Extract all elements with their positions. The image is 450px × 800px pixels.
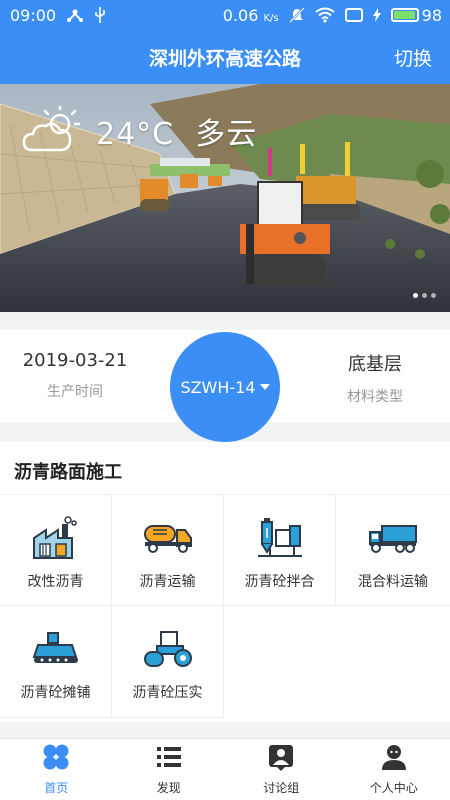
page-title: 深圳外环高速公路 [148, 48, 301, 70]
section-title: 沥青路面施工 [14, 462, 122, 483]
list-icon [155, 743, 183, 775]
chat-group-icon [267, 743, 295, 775]
person-icon [380, 743, 408, 775]
production-date-label: 生产时间 [47, 384, 103, 400]
dump-truck-icon [368, 515, 418, 561]
grid-item-mix-transport[interactable]: 混合料运输 [336, 494, 450, 606]
grid-item-label: 沥青砼摊铺 [20, 685, 91, 701]
mute-bell-icon [288, 7, 305, 23]
grid-item-asphalt-compaction[interactable]: 沥青砼压实 [112, 606, 224, 718]
charging-icon [372, 8, 381, 22]
tab-label: 讨论组 [263, 781, 300, 795]
tab-discussion-group[interactable]: 讨论组 [225, 739, 338, 800]
status-time: 09:00 [10, 5, 57, 25]
banner-carousel[interactable]: 24°C 多云 [0, 84, 450, 312]
caret-down-icon [259, 384, 270, 390]
network-speed: 0.06 K/s [222, 5, 279, 25]
usb-icon [94, 6, 106, 24]
grid-item-asphalt-paving[interactable]: 沥青砼摊铺 [0, 606, 112, 718]
tanker-truck-icon [143, 515, 193, 561]
battery-indicator: 98 [390, 5, 442, 25]
grid-item-asphalt-mixing[interactable]: 沥青砼拌合 [224, 494, 336, 606]
grid-item-label: 沥青运输 [139, 574, 196, 590]
weather-text: 24°C 多云 [96, 117, 258, 152]
station-selector-button[interactable]: SZWH-14 [170, 332, 280, 442]
tab-label: 首页 [44, 781, 69, 795]
app-header: 深圳外环高速公路 切换 [0, 30, 450, 84]
grid-item-label: 改性沥青 [27, 574, 84, 590]
carousel-dot[interactable] [413, 293, 418, 298]
tab-personal-center[interactable]: 个人中心 [338, 739, 450, 800]
material-type-label: 材料类型 [347, 389, 403, 405]
screen-icon [344, 8, 363, 22]
carousel-dot[interactable] [422, 293, 427, 298]
tab-label: 发现 [156, 781, 181, 795]
production-date-block: 2019-03-21 生产时间 [0, 350, 150, 401]
station-code: SZWH-14 [180, 377, 256, 397]
road-roller-icon [143, 626, 193, 672]
grid-item-asphalt-transport[interactable]: 沥青运输 [112, 494, 224, 606]
battery-percent: 98 [421, 5, 442, 25]
weather-widget: 24°C 多云 [22, 106, 257, 156]
grid-item-modified-asphalt[interactable]: 改性沥青 [0, 494, 112, 606]
wifi-icon [315, 7, 335, 23]
switch-button[interactable]: 切换 [394, 44, 432, 71]
grid-item-label: 混合料运输 [358, 574, 428, 590]
mixing-plant-icon [256, 515, 304, 561]
material-type-value: 底基层 [348, 354, 402, 375]
carousel-dot[interactable] [431, 293, 436, 298]
tab-discover[interactable]: 发现 [113, 739, 226, 800]
grid-item-label: 沥青砼拌合 [244, 574, 315, 590]
carousel-indicator [413, 293, 436, 298]
status-bar: 09:00 0.06 K/s 98 [0, 0, 450, 30]
material-type-block: 底基层 材料类型 [300, 350, 450, 406]
home-grid-icon [42, 743, 70, 775]
asphalt-construction-section: 沥青路面施工 改性沥青 沥青运输 沥青砼拌合 混合料运输 沥青砼摊铺 沥青砼压实 [0, 442, 450, 722]
grid-item-label: 沥青砼压实 [132, 685, 203, 701]
usb-tether-icon [66, 7, 84, 23]
production-date-value: 2019-03-21 [22, 350, 128, 371]
paver-icon [32, 626, 80, 672]
partly-cloudy-icon [22, 106, 82, 156]
battery-icon [390, 8, 419, 22]
factory-icon [32, 515, 80, 561]
tab-home[interactable]: 首页 [0, 739, 113, 800]
bottom-tab-bar: 首页 发现 讨论组 个人中心 [0, 738, 450, 800]
tab-label: 个人中心 [369, 781, 418, 795]
